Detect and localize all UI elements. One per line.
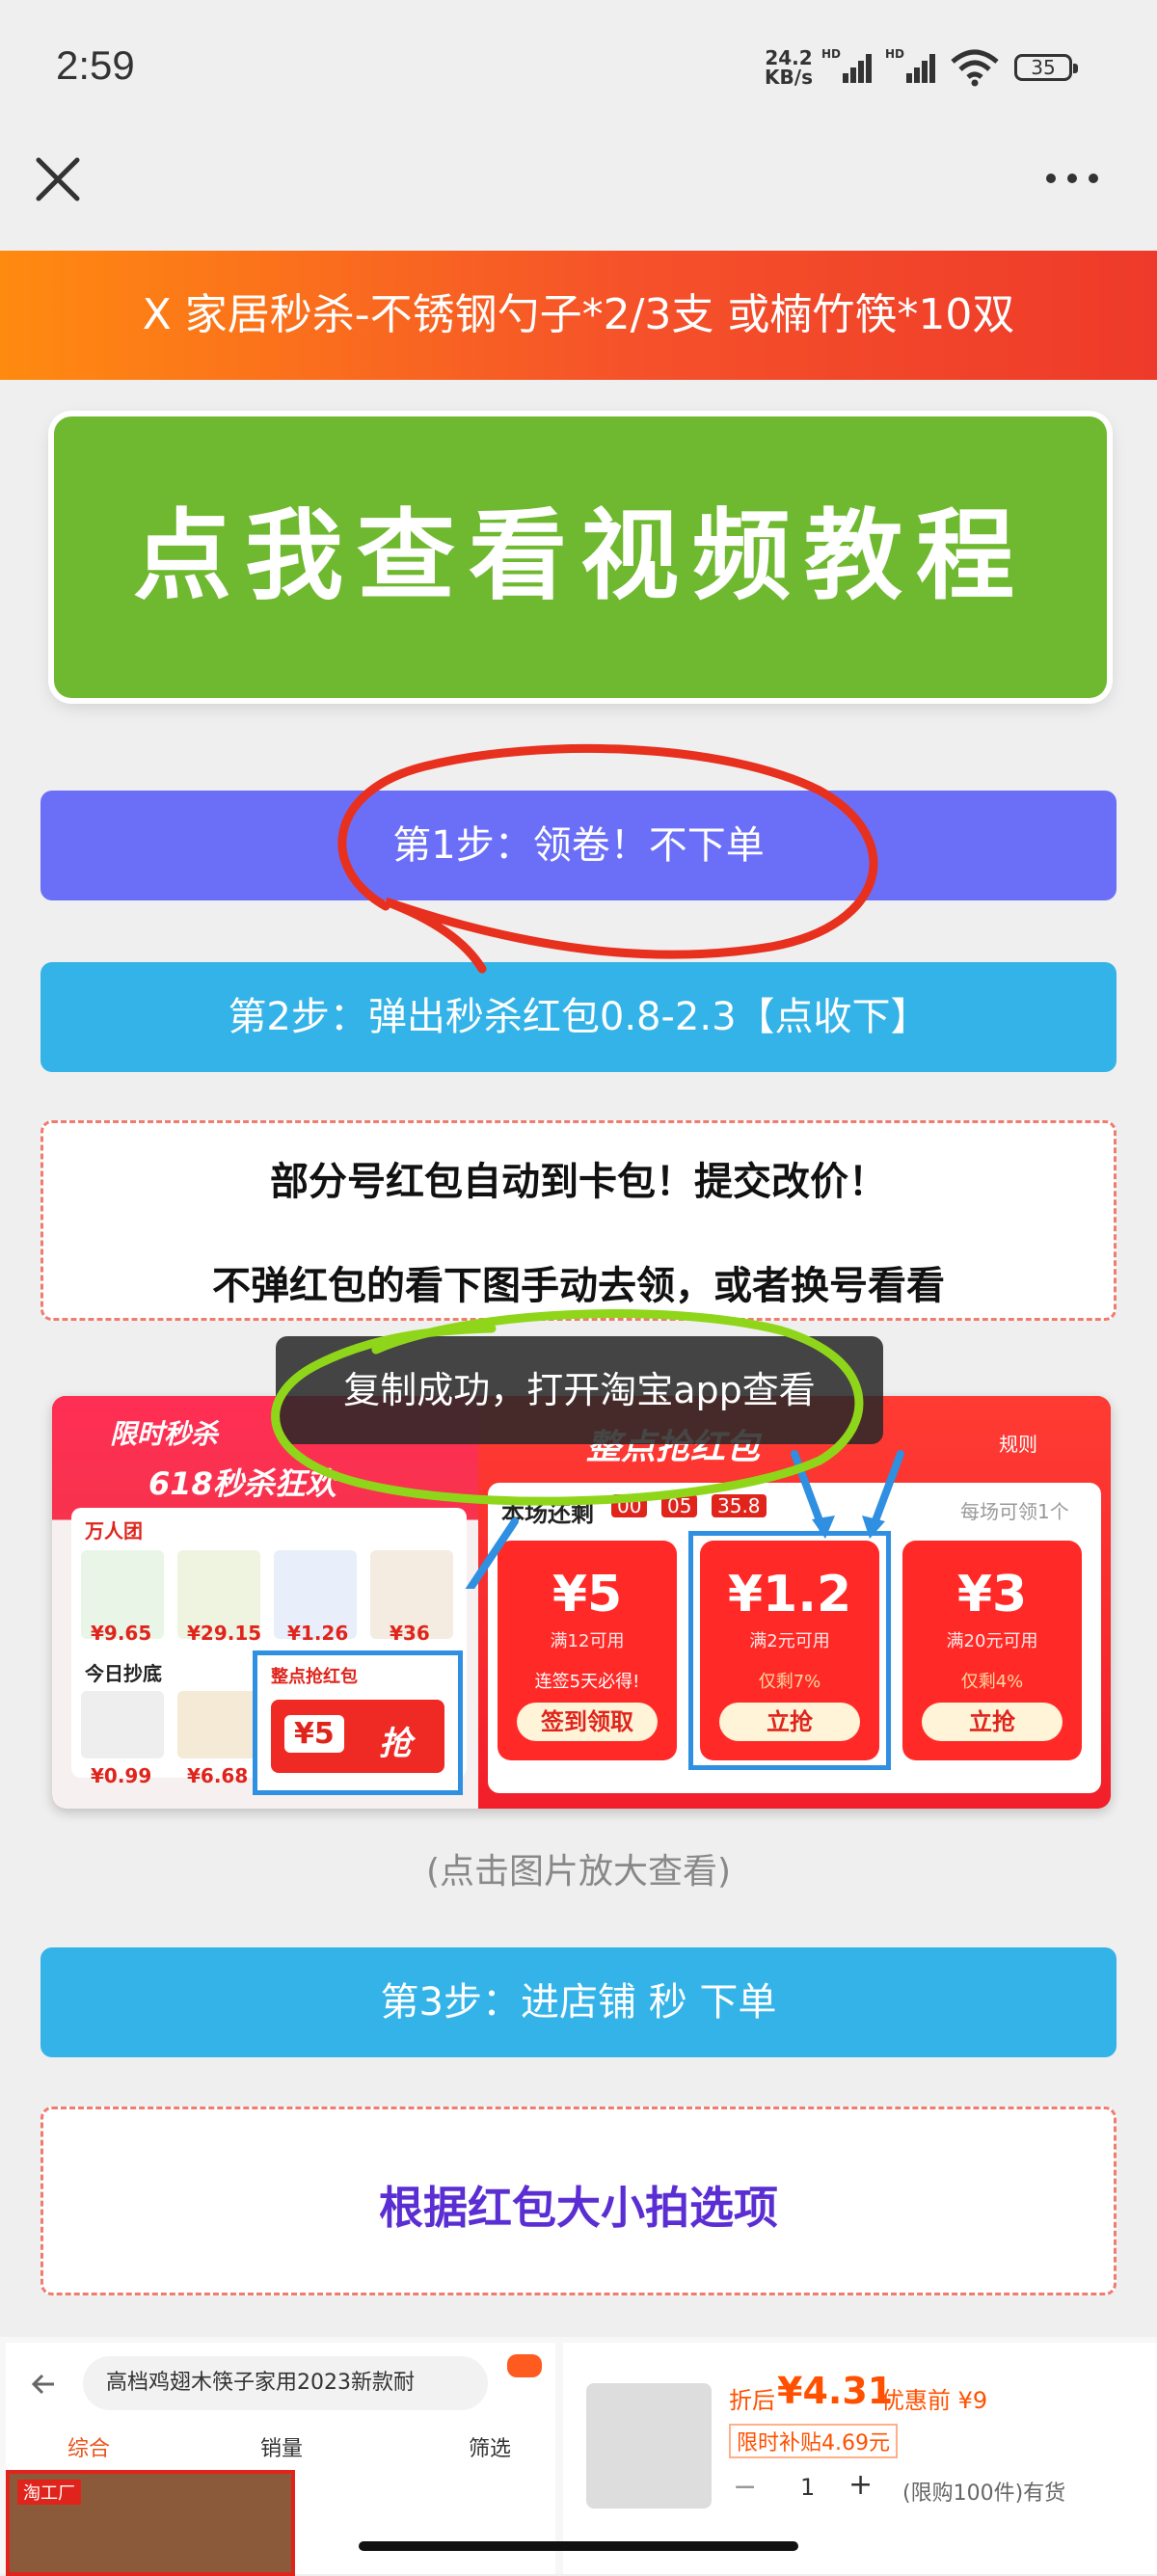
item-price: ¥1.26 bbox=[287, 1622, 349, 1645]
battery-icon: 35 bbox=[1014, 54, 1078, 81]
increment-button: + bbox=[848, 2468, 874, 2502]
option-text: 根据红包大小拍选项 bbox=[379, 2182, 778, 2234]
mini-coupon: ¥5 抢 bbox=[271, 1700, 444, 1773]
image-caption: (点击图片放大查看) bbox=[425, 1852, 732, 1892]
coupon-condition: 满20元可用 bbox=[946, 1631, 1038, 1651]
network-speed-value: 24.2 bbox=[765, 46, 813, 69]
product-title-banner[interactable]: X 家居秒杀-不锈钢勺子*2/3支 或楠竹筷*10双 bbox=[0, 251, 1157, 380]
home-indicator[interactable] bbox=[359, 2541, 798, 2551]
back-arrow-icon bbox=[31, 2374, 54, 2395]
coupon-extra: 仅剩7% bbox=[758, 1672, 821, 1692]
svg-text:HD: HD bbox=[821, 47, 841, 61]
coupon-condition: 满12可用 bbox=[550, 1631, 625, 1651]
per-session-note: 每场可领1个 bbox=[960, 1500, 1069, 1523]
coupon-button: 立抢 bbox=[719, 1703, 860, 1741]
product-thumbnail bbox=[586, 2383, 712, 2509]
mini-coupon-highlight: 整点抢红包 ¥5 抢 bbox=[253, 1650, 463, 1795]
quantity-value: 1 bbox=[800, 2474, 816, 2501]
network-speed-unit: KB/s bbox=[765, 66, 813, 89]
video-tutorial-button[interactable]: 点我查看视频教程 bbox=[54, 416, 1107, 698]
stock-limit: (限购100件)有货 bbox=[902, 2482, 1066, 2506]
step3-button[interactable]: 第3步：进店铺 秒 下单 bbox=[40, 1947, 1117, 2057]
network-speed: 24.2 KB/s bbox=[762, 48, 816, 87]
mini-coupon-title: 整点抢红包 bbox=[271, 1667, 358, 1687]
promo-brand: 万人团 bbox=[85, 1519, 143, 1543]
product-preview-left[interactable]: 高档鸡翅木筷子家用2023新款耐 综合 销量 筛选 淘工厂 bbox=[6, 2343, 555, 2576]
close-icon[interactable] bbox=[33, 154, 83, 204]
rules-link: 规则 bbox=[999, 1433, 1037, 1456]
coupon-button: 签到领取 bbox=[517, 1703, 658, 1741]
red-annotation-circle bbox=[337, 744, 878, 974]
coupon-extra: 连签5天必得! bbox=[534, 1672, 640, 1692]
wifi-icon bbox=[951, 49, 999, 87]
green-annotation-circle bbox=[271, 1309, 864, 1506]
svg-text:HD: HD bbox=[885, 47, 904, 61]
item-price: ¥36 bbox=[390, 1622, 430, 1645]
status-bar: 2:59 24.2 KB/s HD HD 35 bbox=[0, 0, 1157, 135]
tab-sales: 销量 bbox=[260, 2437, 304, 2461]
promo-left-title: 限时秒杀 bbox=[110, 1418, 219, 1450]
clock: 2:59 bbox=[56, 42, 135, 88]
final-price: ¥4.31 bbox=[777, 2370, 894, 2412]
tab-filter: 筛选 bbox=[469, 2437, 512, 2461]
item-thumbnail bbox=[81, 1691, 164, 1758]
mini-coupon-value: ¥5 bbox=[284, 1715, 344, 1753]
coupon-condition: 满2元可用 bbox=[749, 1631, 830, 1651]
item-thumbnail bbox=[177, 1691, 260, 1758]
product-thumbnail: 淘工厂 bbox=[6, 2470, 295, 2576]
price-prefix: 折后 bbox=[729, 2387, 775, 2414]
signal-icon-2: HD bbox=[885, 47, 935, 83]
item-price: ¥0.99 bbox=[91, 1764, 152, 1787]
price-before: 优惠前 ¥9 bbox=[881, 2387, 988, 2414]
option-box: 根据红包大小拍选项 bbox=[40, 2106, 1117, 2295]
factory-badge: 淘工厂 bbox=[17, 2480, 81, 2505]
coupon-button: 立抢 bbox=[922, 1703, 1063, 1741]
note-line-1: 部分号红包自动到卡包！提交改价！ bbox=[270, 1160, 887, 1204]
note-box: 部分号红包自动到卡包！提交改价！ 不弹红包的看下图手动去领，或者换号看看 bbox=[40, 1120, 1117, 1321]
mini-coupon-button: 抢 bbox=[379, 1725, 412, 1763]
decrement-button: − bbox=[733, 2470, 758, 2504]
search-bar: 高档鸡翅木筷子家用2023新款耐 bbox=[83, 2356, 488, 2410]
item-price: ¥29.15 bbox=[187, 1622, 262, 1645]
item-price: ¥9.65 bbox=[91, 1622, 152, 1645]
message-icon bbox=[507, 2354, 542, 2377]
item-price: ¥6.68 bbox=[187, 1764, 249, 1787]
signal-icon: HD bbox=[821, 47, 872, 83]
more-options-icon[interactable] bbox=[1041, 164, 1103, 193]
tab-comprehensive: 综合 bbox=[67, 2437, 111, 2461]
coupon-extra: 仅剩4% bbox=[960, 1672, 1024, 1692]
subsidy-tag: 限时补贴4.69元 bbox=[729, 2424, 898, 2458]
product-preview-right[interactable]: 折后 ¥4.31 优惠前 ¥9 限时补贴4.69元 − 1 + (限购100件)… bbox=[563, 2343, 1157, 2574]
today-label: 今日抄底 bbox=[85, 1662, 162, 1685]
